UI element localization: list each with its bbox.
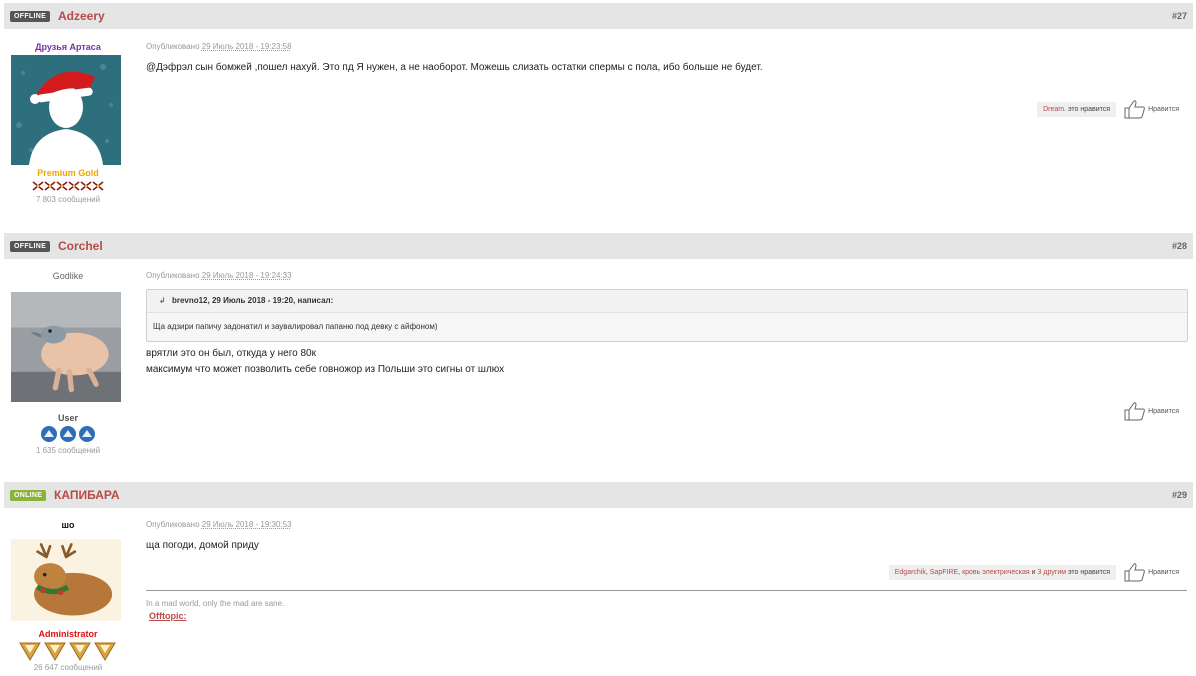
published-date[interactable]: 29 Июль 2018 - 19:24:33 <box>202 271 292 280</box>
rank-pip-icon <box>32 181 103 191</box>
rank-pip-icon <box>41 426 95 442</box>
post-header: OFFLINE Adzeery #27 <box>4 3 1193 29</box>
user-info: Godlike <box>4 270 132 282</box>
post-meta: Опубликовано 29 Июль 2018 - 19:30:53 <box>146 520 292 529</box>
post-body: @Дэфрэл сын бомжей ,пошел нахуй. Это пд … <box>146 62 763 73</box>
liker-link[interactable]: кровь электрическая <box>962 569 1030 576</box>
published-label: Опубликовано <box>146 42 200 51</box>
user-title: шо <box>61 520 75 530</box>
like-label: Нравится <box>1148 568 1179 576</box>
message-count: 26 647 сообщений <box>33 663 103 672</box>
user-info: Друзья Артаса <box>4 41 132 53</box>
post-header: ONLINE КАПИБАРА #29 <box>4 482 1193 508</box>
quote-author: brevno12, 29 Июль 2018 - 19:20, написал: <box>171 296 334 305</box>
status-badge: OFFLINE <box>10 241 51 252</box>
post-number-link[interactable]: #29 <box>1172 490 1187 500</box>
like-label: Нравится <box>1148 407 1179 415</box>
like-bar: Edgarchik, SapFIRE, кровь электрическая … <box>888 562 1179 582</box>
likes-suffix: это нравится <box>1068 568 1111 576</box>
liker-link[interactable]: SapFIRE <box>930 569 958 576</box>
message-count: 1 635 сообщений <box>35 446 101 455</box>
likers-others-link[interactable]: 3 другим <box>1038 569 1067 576</box>
status-badge: ONLINE <box>10 490 47 501</box>
post-meta: Опубликовано 29 Июль 2018 - 19:23:58 <box>146 42 292 51</box>
quote-block: ↲ brevno12, 29 Июль 2018 - 19:20, написа… <box>146 289 1188 342</box>
like-bar: Dream. это нравится Нравится <box>1037 99 1179 119</box>
avatar[interactable] <box>11 285 121 409</box>
post-body: ща погоди, домой приду <box>146 540 259 551</box>
post-27: OFFLINE Adzeery #27 Друзья Артаса Premiu… <box>4 3 1193 228</box>
user-info: шо <box>4 519 132 531</box>
avatar[interactable] <box>11 55 121 165</box>
user-rank-block: Premium Gold 7 803 сообщений <box>4 168 132 205</box>
author-name[interactable]: Adzeery <box>58 7 105 25</box>
thumbs-up-icon <box>1124 100 1145 119</box>
thumbs-up-icon <box>1124 402 1145 421</box>
likers-and: и <box>1031 568 1036 576</box>
like-button[interactable]: Нравится <box>1124 562 1179 582</box>
post-meta: Опубликовано 29 Июль 2018 - 19:24:33 <box>146 271 292 280</box>
like-button[interactable]: Нравится <box>1124 401 1179 421</box>
user-title: Godlike <box>52 271 84 281</box>
user-rank: Premium Gold <box>37 168 99 178</box>
user-rank-block: Administrator 26 647 сообщений <box>4 629 132 673</box>
post-body: врятли это он был, откуда у него 80к мак… <box>146 346 504 378</box>
quote-arrow-icon[interactable]: ↲ <box>159 296 166 305</box>
published-label: Опубликовано <box>146 520 200 529</box>
author-name[interactable]: КАПИБАРА <box>54 486 120 504</box>
rank-pips <box>4 425 132 443</box>
liker-link[interactable]: Edgarchik <box>895 569 926 576</box>
post-29: ONLINE КАПИБАРА #29 шо Administrator 26 … <box>4 482 1193 676</box>
likers-box: Edgarchik, SapFIRE, кровь электрическая … <box>888 564 1117 580</box>
rank-pip-icon <box>19 642 116 661</box>
avatar[interactable] <box>11 534 121 626</box>
author-name[interactable]: Corchel <box>58 237 103 255</box>
user-rank: User <box>57 413 78 423</box>
like-button[interactable]: Нравится <box>1124 99 1179 119</box>
likes-suffix: это нравится <box>1068 105 1111 113</box>
post-line: врятли это он был, откуда у него 80к <box>146 348 316 359</box>
post-28: OFFLINE Corchel #28 Godlike User 1 635 с… <box>4 233 1193 478</box>
like-bar: Нравится <box>1124 401 1179 421</box>
user-title: Друзья Артаса <box>35 42 101 52</box>
post-number-link[interactable]: #27 <box>1172 11 1187 21</box>
post-number-link[interactable]: #28 <box>1172 241 1187 251</box>
signature-divider <box>146 590 1187 591</box>
user-rank: Administrator <box>38 629 98 639</box>
post-line: максимум что может позволить себе говнож… <box>146 364 505 375</box>
post-header: OFFLINE Corchel #28 <box>4 233 1193 259</box>
user-rank-block: User 1 635 сообщений <box>4 413 132 456</box>
thumbs-up-icon <box>1124 563 1145 582</box>
signature-link[interactable]: Offtopic: <box>149 611 187 621</box>
rank-pips <box>4 641 132 661</box>
quote-body: Ща адзири папичу задонатил и заувалирова… <box>153 322 438 331</box>
published-label: Опубликовано <box>146 271 200 280</box>
published-date[interactable]: 29 Июль 2018 - 19:30:53 <box>202 520 292 529</box>
published-date[interactable]: 29 Июль 2018 - 19:23:58 <box>202 42 292 51</box>
message-count: 7 803 сообщений <box>35 195 101 204</box>
status-badge: OFFLINE <box>10 11 51 22</box>
quote-header: ↲ brevno12, 29 Июль 2018 - 19:20, написа… <box>147 290 1187 313</box>
liker-link[interactable]: Dream. <box>1043 106 1066 113</box>
rank-pips <box>4 180 132 192</box>
likers-box: Dream. это нравится <box>1037 101 1117 117</box>
like-label: Нравится <box>1148 105 1179 113</box>
signature-text: In a mad world, only the mad are sane. <box>146 599 285 608</box>
